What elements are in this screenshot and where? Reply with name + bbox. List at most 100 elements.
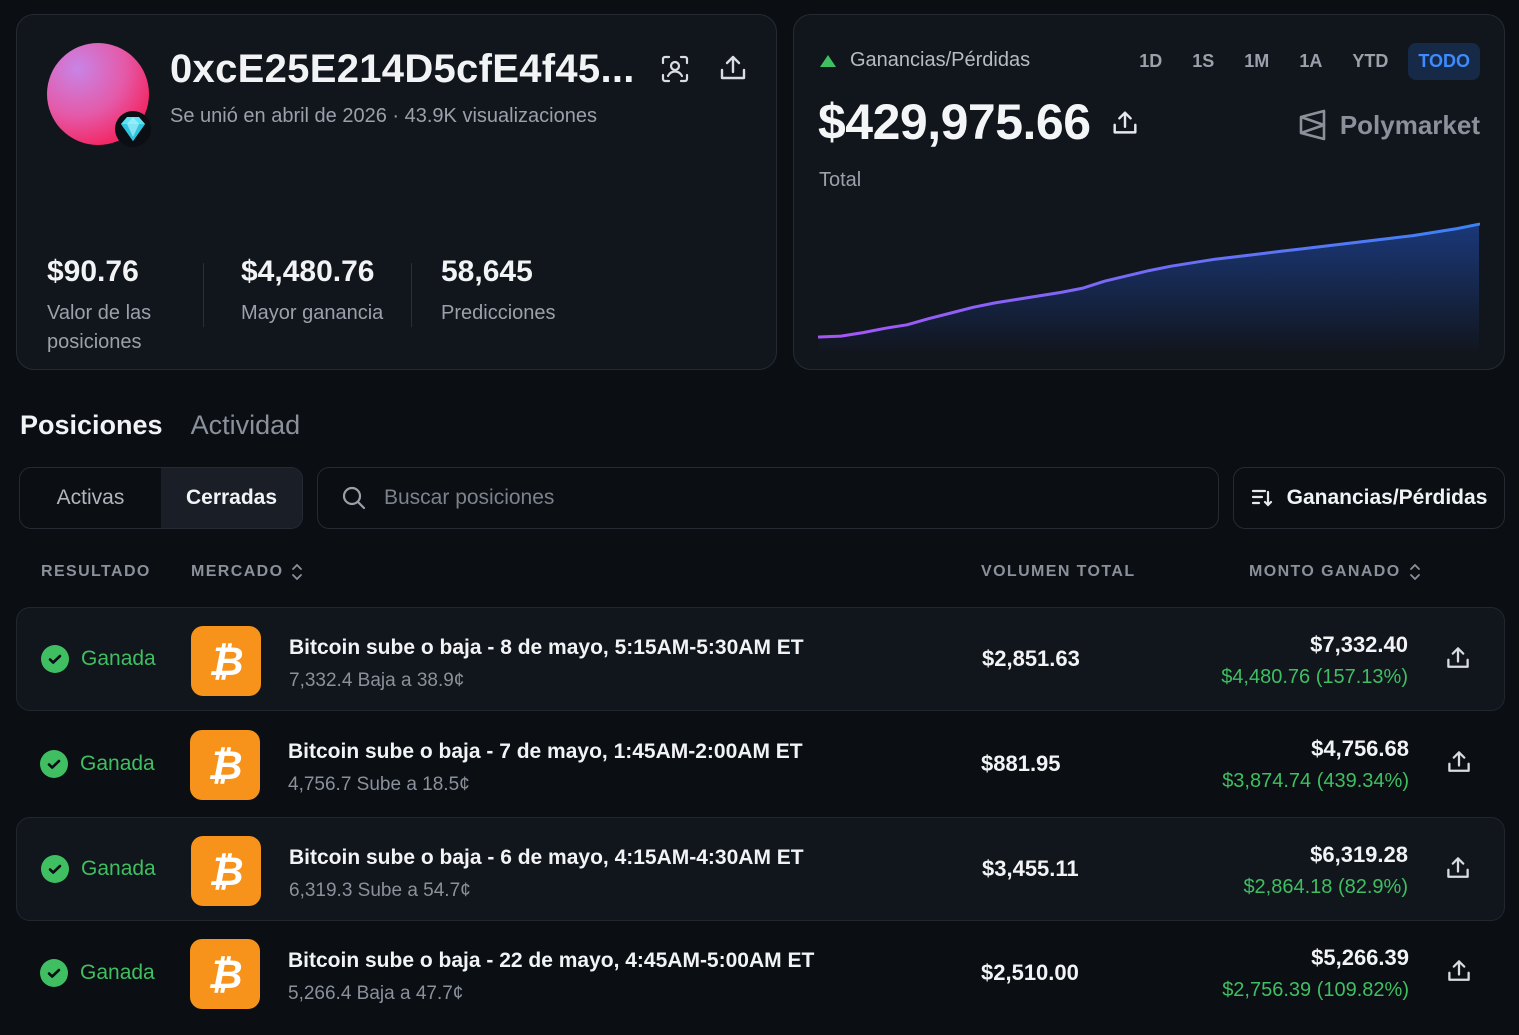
total-volume: $2,510.00 xyxy=(981,960,1079,985)
range-1m[interactable]: 1M xyxy=(1234,43,1279,80)
result-label: Ganada xyxy=(81,857,156,880)
market-subtitle: 4,756.7 Sube a 18.5¢ xyxy=(288,774,470,795)
profit-value: $4,480.76 (157.13%) xyxy=(1221,666,1408,688)
stat-positions-value: $90.76 Valor de las posiciones xyxy=(47,255,177,357)
profit-value: $2,756.39 (109.82%) xyxy=(1222,979,1409,1001)
header-amount[interactable]: MONTO GANADO xyxy=(1249,563,1421,581)
market-title[interactable]: Bitcoin sube o baja - 6 de mayo, 4:15AM-… xyxy=(289,846,804,870)
check-circle-icon xyxy=(40,959,68,987)
header-market-label: MERCADO xyxy=(191,563,284,580)
result-cell: Ganada xyxy=(41,608,156,710)
amount-won: $4,756.68 xyxy=(1311,736,1409,761)
result-label: Ganada xyxy=(81,647,156,670)
pnl-subtitle: Total xyxy=(819,169,862,191)
chevron-updown-icon xyxy=(292,564,303,580)
table-row[interactable]: Ganada ₿ Bitcoin sube o baja - 7 de mayo… xyxy=(16,712,1505,816)
market-subtitle: 7,332.4 Baja a 38.9¢ xyxy=(289,670,465,691)
chevron-updown-icon xyxy=(1409,564,1420,580)
header-volume: VOLUMEN TOTAL xyxy=(981,563,1136,581)
share-icon[interactable] xyxy=(717,52,749,84)
stat-value: 58,645 xyxy=(441,255,533,288)
header-result-label: RESULTADO xyxy=(41,563,151,580)
chart-area xyxy=(819,224,1479,355)
tab-posiciones[interactable]: Posiciones xyxy=(20,410,163,441)
result-cell: Ganada xyxy=(40,921,155,1025)
table-row[interactable]: Ganada ₿ Bitcoin sube o baja - 6 de mayo… xyxy=(16,817,1505,921)
profile-meta: Se unió en abril de 2026 · 43.9K visuali… xyxy=(170,105,597,128)
scan-face-icon[interactable] xyxy=(659,53,691,85)
brand-name: Polymarket xyxy=(1339,109,1480,140)
diamond-icon xyxy=(115,111,151,147)
search-input[interactable] xyxy=(384,486,1144,510)
meta-separator: · xyxy=(392,105,405,127)
stat-value: $4,480.76 xyxy=(241,255,375,288)
table-row[interactable]: Ganada ₿ Bitcoin sube o baja - 8 de mayo… xyxy=(16,607,1505,711)
pnl-chart xyxy=(818,222,1480,355)
stat-label: Mayor ganancia xyxy=(241,302,384,324)
result-cell: Ganada xyxy=(40,712,155,816)
header-market[interactable]: MERCADO xyxy=(191,563,303,581)
bitcoin-icon: ₿ xyxy=(190,730,260,800)
total-volume: $881.95 xyxy=(981,751,1061,776)
tab-actividad[interactable]: Actividad xyxy=(191,410,301,441)
share-icon[interactable] xyxy=(1444,644,1472,672)
view-count: 43.9K visualizaciones xyxy=(404,105,597,127)
pnl-title: Ganancias/Pérdidas xyxy=(820,49,1030,72)
market-title[interactable]: Bitcoin sube o baja - 8 de mayo, 5:15AM-… xyxy=(289,636,804,660)
status-filter: Activas Cerradas xyxy=(19,467,303,529)
market-subtitle: 5,266.4 Baja a 47.7¢ xyxy=(288,983,464,1004)
sort-button[interactable]: Ganancias/Pérdidas xyxy=(1233,467,1505,529)
header-amount-label: MONTO GANADO xyxy=(1249,563,1401,580)
stat-divider xyxy=(411,263,412,327)
bitcoin-icon: ₿ xyxy=(191,836,261,906)
share-icon[interactable] xyxy=(1445,957,1473,985)
search-icon xyxy=(342,486,366,510)
stat-label: Valor de las posiciones xyxy=(47,302,152,353)
svg-text:₿: ₿ xyxy=(207,743,242,787)
header-volume-label: VOLUMEN TOTAL xyxy=(981,563,1136,580)
result-label: Ganada xyxy=(80,752,155,775)
bitcoin-icon: ₿ xyxy=(191,626,261,696)
amount-won: $7,332.40 xyxy=(1310,632,1408,657)
stat-value: $90.76 xyxy=(47,255,139,288)
filter-activas[interactable]: Activas xyxy=(20,468,161,528)
pnl-total-value: $429,975.66 xyxy=(818,94,1091,150)
svg-text:₿: ₿ xyxy=(208,849,243,893)
profit-value: $2,864.18 (82.9%) xyxy=(1243,876,1408,898)
total-volume: $2,851.63 xyxy=(982,646,1080,671)
table-row[interactable]: Ganada ₿ Bitcoin sube o baja - 22 de may… xyxy=(16,921,1505,1025)
market-subtitle: 6,319.3 Sube a 54.7¢ xyxy=(289,880,471,901)
range-1a[interactable]: 1A xyxy=(1289,43,1332,80)
sort-label: Ganancias/Pérdidas xyxy=(1286,486,1488,509)
check-circle-icon xyxy=(40,750,68,778)
share-icon[interactable] xyxy=(1110,108,1140,138)
range-1d[interactable]: 1D xyxy=(1129,43,1172,80)
share-icon[interactable] xyxy=(1445,748,1473,776)
triangle-up-icon xyxy=(820,54,836,67)
svg-text:₿: ₿ xyxy=(207,952,242,996)
stat-divider xyxy=(203,263,204,327)
stat-predictions: 58,645 Predicciones xyxy=(441,255,556,328)
filter-cerradas[interactable]: Cerradas xyxy=(161,468,302,528)
brand: Polymarket xyxy=(1298,109,1480,141)
market-title[interactable]: Bitcoin sube o baja - 22 de mayo, 4:45AM… xyxy=(288,949,814,973)
pnl-title-label: Ganancias/Pérdidas xyxy=(850,49,1031,71)
result-cell: Ganada xyxy=(41,818,156,920)
stat-label: Predicciones xyxy=(441,302,556,324)
polymarket-logo-icon xyxy=(1299,109,1326,141)
range-ytd[interactable]: YTD xyxy=(1342,43,1398,80)
pnl-card: Ganancias/Pérdidas 1D 1S 1M 1A YTD TODO … xyxy=(793,14,1505,370)
market-title[interactable]: Bitcoin sube o baja - 7 de mayo, 1:45AM-… xyxy=(288,740,803,764)
range-1s[interactable]: 1S xyxy=(1182,43,1224,80)
profit-value: $3,874.74 (439.34%) xyxy=(1222,770,1409,792)
svg-text:₿: ₿ xyxy=(208,639,243,683)
joined-date: Se unió en abril de 2026 xyxy=(170,105,387,127)
result-label: Ganada xyxy=(80,961,155,984)
share-icon[interactable] xyxy=(1444,854,1472,882)
check-circle-icon xyxy=(41,645,69,673)
bitcoin-icon: ₿ xyxy=(190,939,260,1009)
search-box xyxy=(317,467,1219,529)
amount-won: $5,266.39 xyxy=(1311,945,1409,970)
range-todo[interactable]: TODO xyxy=(1408,43,1480,80)
sort-icon xyxy=(1251,489,1272,507)
